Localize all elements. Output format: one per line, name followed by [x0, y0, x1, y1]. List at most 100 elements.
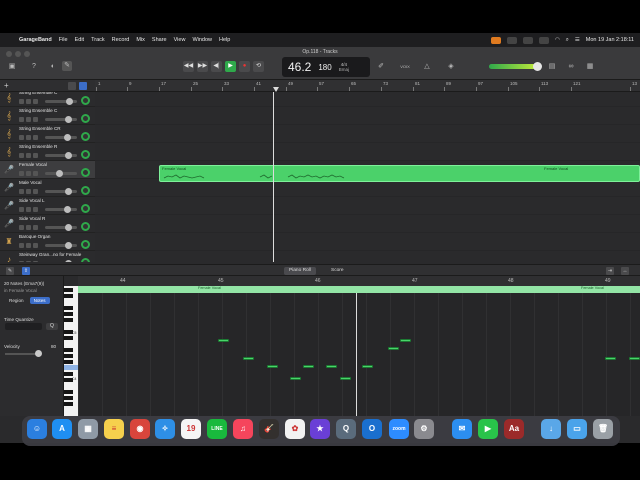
menu-view[interactable]: View — [174, 37, 186, 43]
mute-button[interactable] — [19, 189, 24, 194]
app-store-icon[interactable]: A — [52, 419, 72, 439]
arrangement-area[interactable]: Female Vocal Female Vocal — [95, 92, 640, 262]
track-name[interactable]: Baroque Organ — [19, 234, 50, 239]
monitor-button[interactable] — [33, 243, 38, 248]
menu-track[interactable]: Track — [91, 37, 105, 43]
facetime-icon[interactable]: ▶ — [478, 419, 498, 439]
track-lane[interactable] — [95, 92, 640, 107]
track-header[interactable]: 𝄞 String Ensemble C — [0, 107, 95, 125]
mute-button[interactable] — [19, 135, 24, 140]
track-name[interactable]: Male Vocal — [19, 180, 41, 185]
track-pan-knob[interactable] — [81, 222, 90, 231]
track-name[interactable]: Side Vocal R — [19, 216, 45, 221]
midi-note[interactable] — [388, 347, 399, 350]
mute-button[interactable] — [19, 225, 24, 230]
downloads-icon[interactable]: ↓ — [541, 419, 561, 439]
mail-icon[interactable]: ✉ — [452, 419, 472, 439]
track-header[interactable]: 𝄞 String Ensemble CR — [0, 125, 95, 143]
track-volume-slider[interactable] — [45, 206, 77, 213]
solo-button[interactable] — [26, 261, 31, 262]
editor-catch-icon[interactable]: ⇥ — [606, 267, 614, 275]
track-volume-knob[interactable] — [65, 242, 72, 249]
loop-browser-icon[interactable]: ∞ — [566, 62, 576, 72]
zoom-icon[interactable]: zoom — [389, 419, 409, 439]
menu-edit[interactable]: Edit — [75, 37, 84, 43]
catch-playhead-icon[interactable]: ⇧ — [22, 267, 30, 275]
time-signature[interactable]: 4/4 Bmaj — [339, 62, 349, 72]
control-center-icon[interactable]: ☰ — [575, 37, 580, 43]
track-pan-knob[interactable] — [81, 258, 90, 262]
menu-file[interactable]: File — [59, 37, 68, 43]
track-header[interactable]: 𝄞 String Ensemble R — [0, 143, 95, 161]
notepad-icon[interactable]: ▤ — [547, 62, 557, 72]
track-pan-knob[interactable] — [81, 186, 90, 195]
black-key[interactable] — [64, 360, 73, 364]
track-pan-knob[interactable] — [81, 168, 90, 177]
track-lane[interactable] — [95, 233, 640, 251]
flex-toggle[interactable] — [79, 82, 87, 90]
quantize-button[interactable]: Q — [46, 323, 58, 330]
track-header[interactable]: 🎤 Male Vocal — [0, 179, 95, 197]
track-header[interactable]: 𝄞 String Ensemble C — [0, 92, 95, 107]
fast-forward-button[interactable]: ▶▶ — [197, 61, 208, 72]
midi-note[interactable] — [243, 357, 254, 360]
menu-clock[interactable]: Mon 19 Jan 2:18:11 — [586, 37, 634, 43]
launchpad-icon[interactable]: ▦ — [78, 419, 98, 439]
trash-icon[interactable]: 🗑 — [593, 419, 613, 439]
track-lane[interactable] — [95, 197, 640, 215]
track-name[interactable]: String Ensemble CR — [19, 126, 61, 131]
playhead-handle[interactable] — [273, 87, 279, 92]
black-key[interactable] — [64, 306, 73, 310]
black-key[interactable] — [64, 396, 73, 400]
time-quantize-select[interactable] — [5, 323, 42, 330]
safari-icon[interactable]: ✧ — [155, 419, 175, 439]
black-key[interactable] — [64, 288, 73, 292]
finder-icon[interactable]: ☺ — [27, 419, 47, 439]
mute-button[interactable] — [19, 153, 24, 158]
black-key[interactable] — [64, 336, 73, 340]
smart-controls-icon[interactable]: ◐ — [48, 62, 58, 72]
track-volume-slider[interactable] — [45, 224, 77, 231]
status-app-icon[interactable] — [490, 36, 501, 44]
timeline-ruler[interactable]: 1 9 17 25 33 41 49 57 65 73 81 89 97 105 113 121 13 — [95, 80, 640, 92]
black-key[interactable] — [64, 354, 73, 358]
track-pan-knob[interactable] — [81, 204, 90, 213]
track-volume-knob[interactable] — [56, 170, 64, 177]
wifi-icon[interactable]: ◠ — [555, 37, 560, 43]
track-lane[interactable] — [95, 215, 640, 233]
track-header[interactable]: 🎤 Side Vocal L — [0, 197, 95, 215]
track-volume-knob[interactable] — [65, 152, 72, 159]
monitor-button[interactable] — [33, 171, 38, 176]
system-settings-icon[interactable]: ⚙ — [414, 419, 434, 439]
monitor-button[interactable] — [33, 207, 38, 212]
midi-note[interactable] — [267, 365, 278, 368]
outlook-icon[interactable]: O — [362, 419, 382, 439]
menu-mix[interactable]: Mix — [136, 37, 145, 43]
chrome-icon[interactable]: ◉ — [130, 419, 150, 439]
mute-button[interactable] — [19, 243, 24, 248]
rewind-button[interactable]: ◀◀ — [183, 61, 194, 72]
track-header[interactable]: 🎤 Side Vocal R — [0, 215, 95, 233]
battery-icon[interactable] — [538, 36, 549, 44]
audio-region[interactable]: Female Vocal Female Vocal — [159, 165, 640, 182]
track-name[interactable]: String Ensemble C — [19, 108, 57, 113]
piano-roll-ruler[interactable]: 44 45 46 47 48 49 — [78, 276, 640, 286]
track-volume-slider[interactable] — [45, 170, 77, 177]
midi-note[interactable] — [340, 377, 351, 380]
playhead-line[interactable] — [273, 92, 274, 262]
midi-note[interactable] — [629, 357, 640, 360]
black-key[interactable] — [64, 312, 73, 316]
media-browser-icon[interactable]: ▦ — [585, 62, 595, 72]
track-pan-knob[interactable] — [81, 96, 90, 105]
monitor-button[interactable] — [33, 261, 38, 262]
monitor-button[interactable] — [33, 135, 38, 140]
menu-share[interactable]: Share — [152, 37, 167, 43]
midi-note[interactable] — [303, 365, 314, 368]
monitor-button[interactable] — [33, 189, 38, 194]
monitor-button[interactable] — [33, 99, 38, 104]
track-volume-knob[interactable] — [66, 98, 74, 105]
track-name[interactable]: Side Vocal L — [19, 198, 45, 203]
dictionary-icon[interactable]: Aa — [504, 419, 524, 439]
mute-button[interactable] — [19, 261, 24, 262]
quicktime-icon[interactable]: Q — [336, 419, 356, 439]
